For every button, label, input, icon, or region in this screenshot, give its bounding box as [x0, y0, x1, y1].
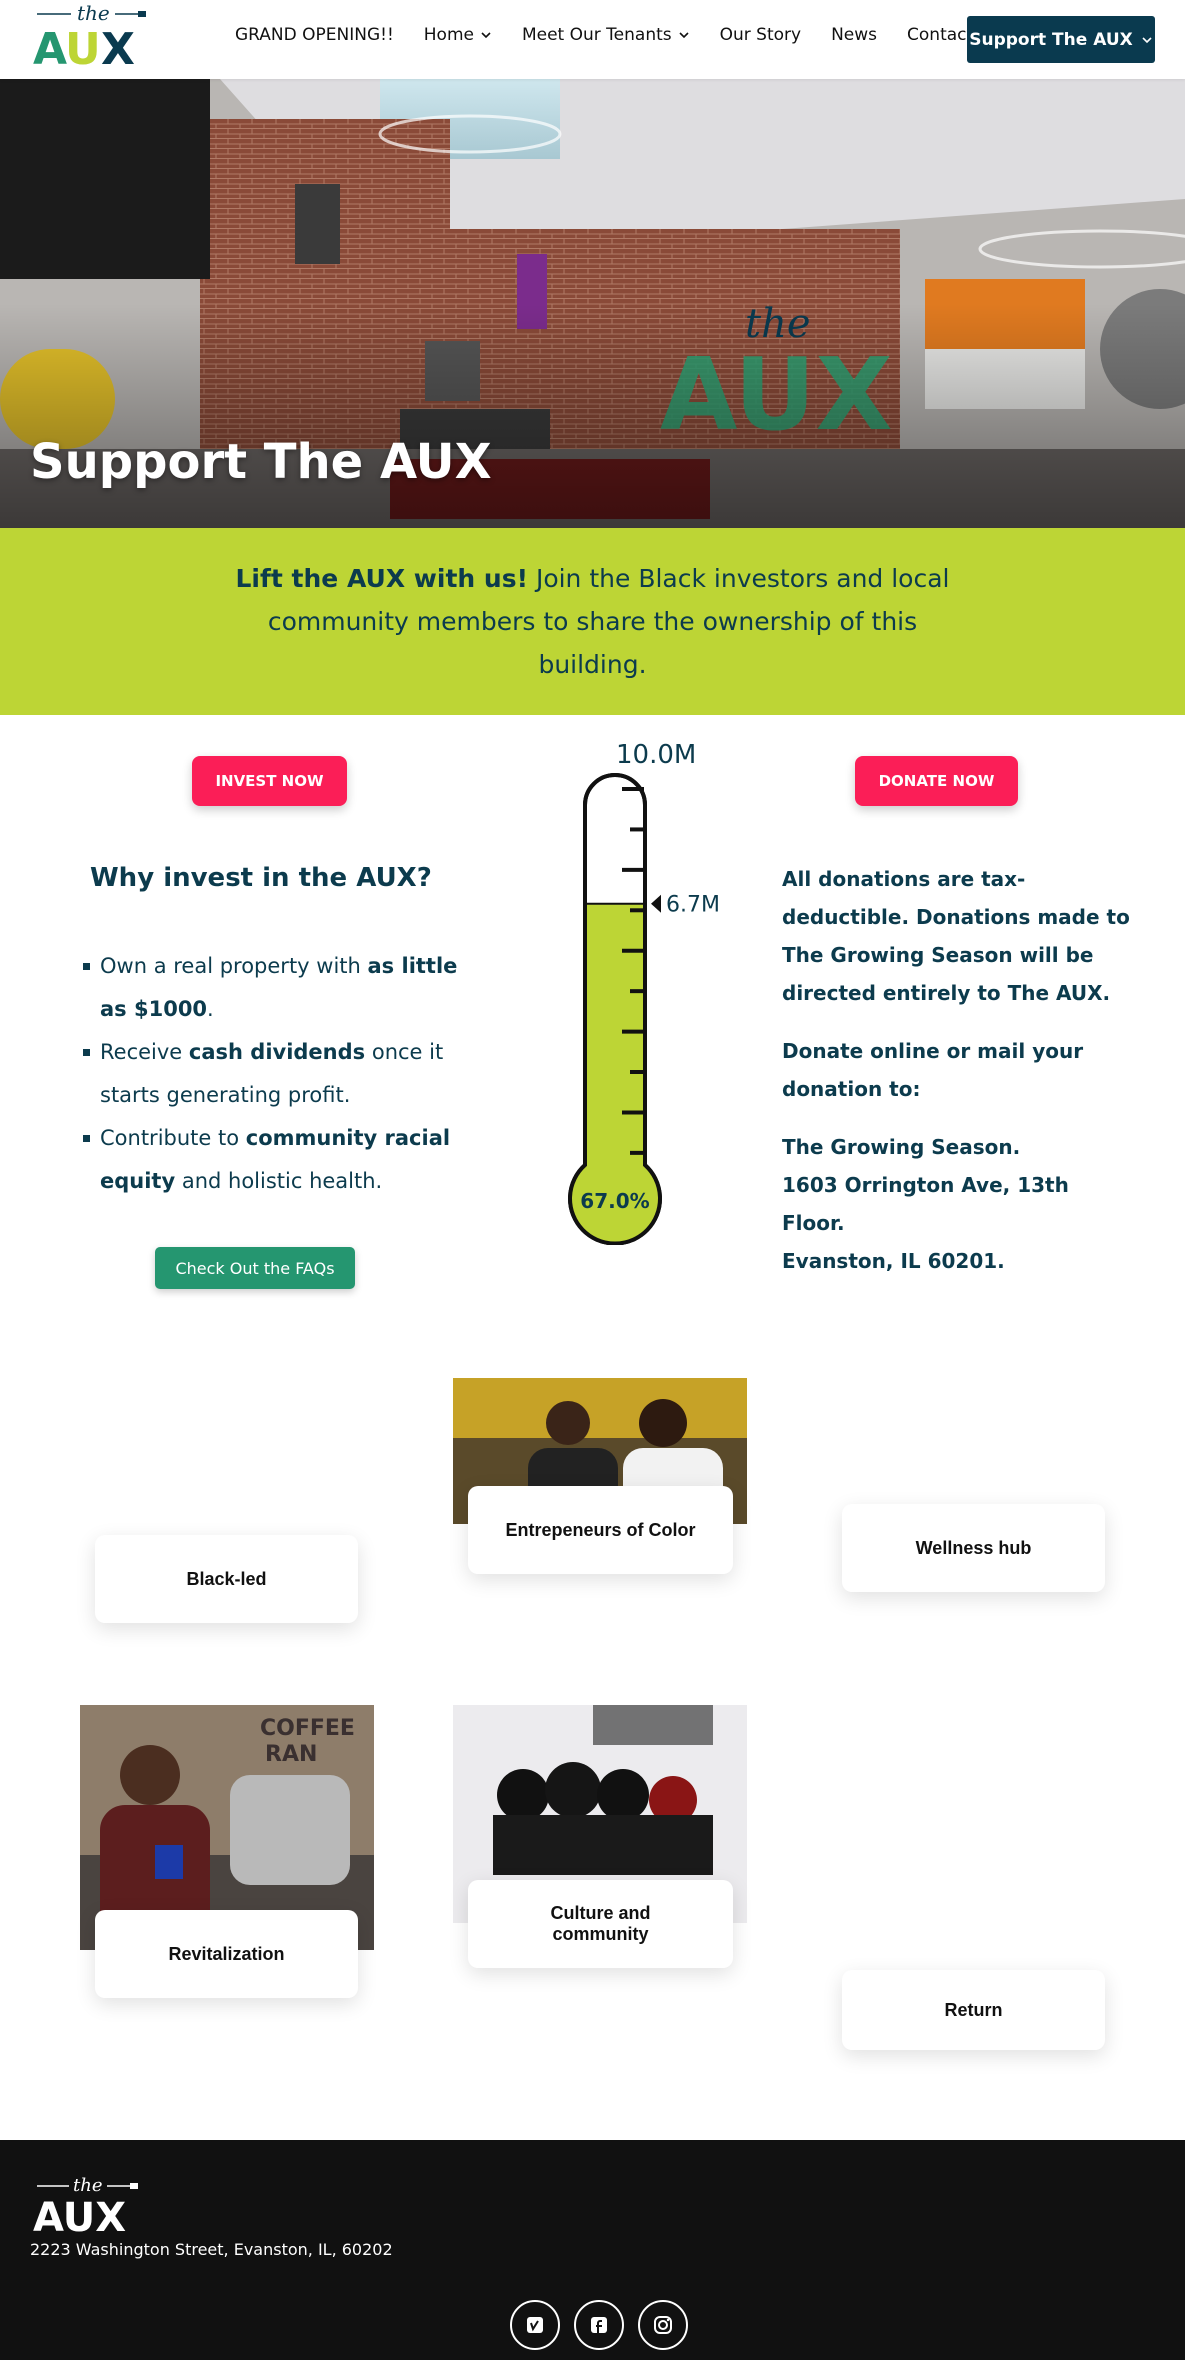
donation-address-line: The Growing Season.: [782, 1135, 1021, 1159]
feature-cards: COFFEE RAN Black-led Entrepeneurs of Col…: [0, 1340, 1185, 2140]
bullet-text: .: [207, 997, 214, 1021]
nav-label: Meet Our Tenants: [521, 25, 672, 45]
card-wellness-hub: Wellness hub: [842, 1504, 1105, 1592]
vimeo-icon: [527, 2317, 543, 2333]
donation-address-line: Evanston, IL 60201.: [782, 1249, 1005, 1273]
invest-now-button[interactable]: INVEST NOW: [192, 756, 347, 806]
nav-our-story[interactable]: Our Story: [720, 25, 801, 45]
card-culture-community: Culture and community: [468, 1880, 733, 1968]
donation-address-line: 1603 Orrington Ave, 13th Floor.: [782, 1173, 1069, 1235]
current-marker: [651, 894, 661, 913]
intro-bold: Lift the AUX with us!: [235, 564, 529, 593]
footer-logo[interactable]: the AUX: [33, 2175, 143, 2235]
instagram-icon: [654, 2316, 672, 2334]
nav-contact[interactable]: Contact: [907, 25, 973, 45]
bullet-text: Receive: [100, 1040, 189, 1064]
facebook-link[interactable]: [574, 2300, 624, 2350]
list-item: Own a real property with as little as $1…: [80, 945, 490, 1031]
instagram-link[interactable]: [638, 2300, 688, 2350]
svg-text:AUX: AUX: [33, 2195, 126, 2235]
current-label: 6.7M: [666, 893, 720, 918]
nav-home[interactable]: Home: [424, 25, 492, 45]
nav-label: Contact: [907, 25, 974, 45]
site-header: the A U X GRAND OPENING!! Home Meet Our …: [0, 0, 1185, 79]
why-invest-heading: Why invest in the AUX?: [90, 863, 432, 893]
support-label: Support The AUX: [969, 29, 1133, 50]
svg-text:the: the: [73, 2175, 102, 2196]
svg-text:X: X: [101, 24, 135, 68]
goal-label: 10.0M: [616, 740, 696, 770]
donation-note: All donations are tax-deductible. Donati…: [782, 867, 1130, 1005]
page-title: Support The AUX: [30, 434, 492, 490]
nav-meet-our-tenants[interactable]: Meet Our Tenants: [522, 25, 690, 45]
donation-info: All donations are tax-deductible. Donati…: [782, 860, 1132, 1280]
support-the-aux-button[interactable]: Support The AUX: [967, 16, 1155, 63]
donate-now-button[interactable]: DONATE NOW: [855, 756, 1018, 806]
percent-label: 67.0%: [580, 1189, 649, 1213]
svg-text:U: U: [65, 24, 101, 68]
donation-mail-intro: Donate online or mail your donation to:: [782, 1039, 1084, 1101]
svg-text:RAN: RAN: [265, 1742, 317, 1767]
faq-button[interactable]: Check Out the FAQs: [155, 1247, 355, 1289]
bullet-text: Own a real property with: [100, 954, 368, 978]
nav-label: News: [831, 25, 878, 45]
intro-band: Lift the AUX with us! Join the Black inv…: [0, 528, 1185, 715]
list-item: Contribute to community racial equity an…: [80, 1117, 490, 1203]
bullet-text: and holistic health.: [175, 1169, 383, 1193]
svg-text:A: A: [33, 24, 67, 68]
footer-address: 2223 Washington Street, Evanston, IL, 60…: [30, 2240, 393, 2259]
hero-banner: AUX the Support The AUX: [0, 79, 1185, 528]
facebook-icon: [591, 2317, 607, 2333]
nav-label: Our Story: [719, 25, 802, 45]
nav-label: Home: [423, 25, 474, 45]
bullet-text: Contribute to: [100, 1126, 246, 1150]
card-black-led: Black-led: [95, 1535, 358, 1623]
intro-text: Lift the AUX with us! Join the Black inv…: [213, 557, 973, 686]
list-item: Receive cash dividends once it starts ge…: [80, 1031, 490, 1117]
bullet-bold: cash dividends: [188, 1040, 366, 1064]
aux-logo[interactable]: the A U X: [33, 4, 151, 68]
card-revitalization: Revitalization: [95, 1910, 358, 1998]
card-return: Return: [842, 1970, 1105, 2050]
chevron-down-icon: [679, 32, 689, 39]
main-nav: GRAND OPENING!! Home Meet Our Tenants Ou…: [235, 0, 1003, 70]
nav-label: GRAND OPENING!!: [235, 25, 394, 45]
vimeo-link[interactable]: [510, 2300, 560, 2350]
nav-grand-opening[interactable]: GRAND OPENING!!: [235, 25, 394, 45]
chevron-down-icon: [481, 32, 491, 39]
svg-text:COFFEE: COFFEE: [260, 1716, 355, 1741]
invest-benefits-list: Own a real property with as little as $1…: [80, 945, 490, 1203]
fundraising-thermometer: 10.0M 6.7M 67.0%: [568, 740, 720, 1245]
nav-news[interactable]: News: [831, 25, 877, 45]
chevron-down-icon: [1142, 36, 1152, 43]
card-entrepreneurs: Entrepeneurs of Color: [468, 1486, 733, 1574]
svg-text:the: the: [77, 4, 110, 25]
